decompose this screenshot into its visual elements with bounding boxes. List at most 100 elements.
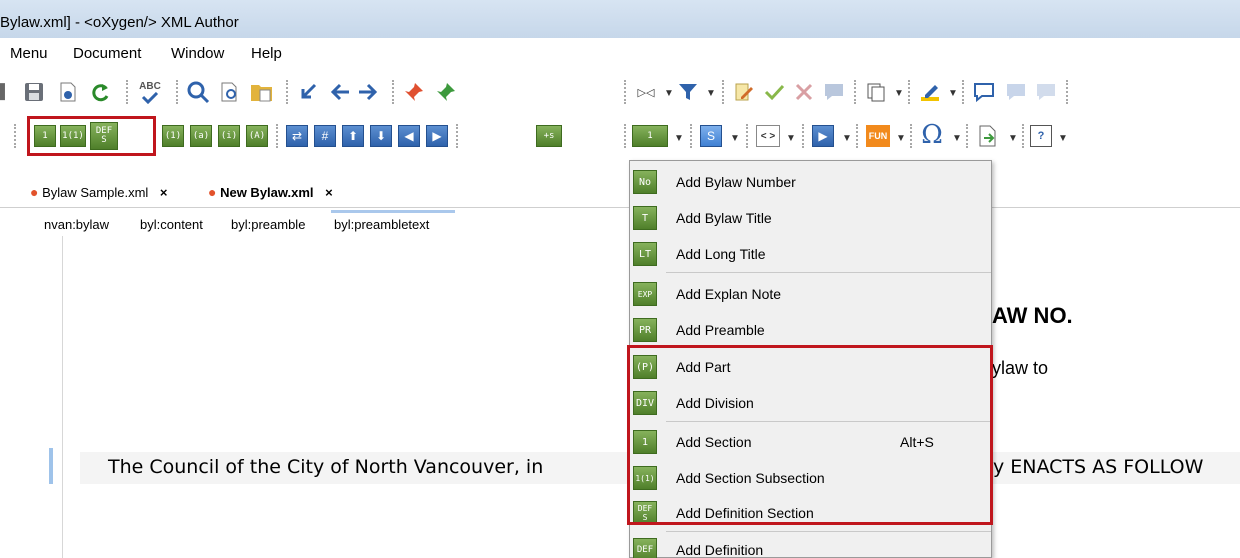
export-icon[interactable] [976,123,1000,149]
toolbar-separator [1022,124,1024,148]
dropdown-arrow-icon[interactable]: ▼ [894,88,904,99]
menu-item-add-definition[interactable]: DEF Add Definition [630,531,991,558]
editor-tabs: ● Bylaw Sample.xml × ● New Bylaw.xml × [0,176,1240,206]
dropdown-arrow-icon[interactable]: ▼ [952,133,962,144]
breadcrumb-item[interactable]: nvan:bylaw [44,217,109,232]
menu-item-add-bylaw-number[interactable]: No Add Bylaw Number [630,163,991,199]
menu-item-document[interactable]: Document [73,45,141,62]
pin-green-icon[interactable] [434,80,458,104]
number-button[interactable]: # [314,125,336,147]
window-title: Bylaw.xml] - <oXygen/> XML Author [0,14,239,31]
bylaw-title-icon: T [633,206,657,230]
toolbar-separator [966,124,968,148]
toolbar-separator [456,124,458,148]
long-title-text[interactable]: ylaw to [992,358,1048,379]
partial-icon[interactable]: ▌ [0,80,10,102]
find-in-files-icon[interactable] [218,80,242,104]
forward-arrow-icon[interactable] [356,80,380,104]
accept-change-icon[interactable] [762,80,786,104]
reject-change-icon[interactable] [792,80,816,104]
breadcrumb-active-indicator [331,210,455,213]
dropdown-arrow-icon[interactable]: ▼ [706,88,716,99]
add-comment-icon[interactable] [972,80,996,104]
toolbar-separator [722,80,724,104]
insert-structure-combo[interactable]: 1 [632,125,668,147]
insert-paragraph-button[interactable]: (1) [162,125,184,147]
editor-area[interactable] [0,234,1240,558]
dropdown-arrow-icon[interactable]: ▼ [1058,133,1068,144]
dropdown-arrow-icon[interactable]: ▼ [842,133,852,144]
menu-item-add-bylaw-title[interactable]: T Add Bylaw Title [630,199,991,235]
move-up-left-icon[interactable] [296,80,320,104]
breadcrumb-item-active[interactable]: byl:preambletext [334,217,429,232]
close-icon[interactable]: × [325,185,333,200]
toolbar-separator [286,80,288,104]
comment-icon[interactable] [822,80,846,104]
modified-dot-icon: ● [30,184,39,200]
insert-subclause-button[interactable]: (A) [246,125,268,147]
menu-item-label: Add Long Title [676,246,766,262]
menu-item-add-long-title[interactable]: LT Add Long Title [630,235,991,271]
move-up-icon[interactable]: ⬆ [342,125,364,147]
preamble-text-continued[interactable]: y ENACTS AS FOLLOW [993,456,1204,478]
breadcrumb-item[interactable]: byl:content [140,217,203,232]
pin-icon[interactable] [402,80,426,104]
menu-item-label: Add Preamble [676,322,765,338]
dropdown-arrow-icon[interactable]: ▼ [730,133,740,144]
new-document-icon[interactable] [56,80,80,104]
edit-icon[interactable] [732,80,756,104]
menu-item-add-preamble[interactable]: PR Add Preamble [630,311,991,347]
highlight-icon[interactable] [918,80,942,104]
tags-combo[interactable]: < > [756,125,780,147]
copy-icon[interactable] [864,80,888,104]
toolbar-separator [910,124,912,148]
tab-bylaw-sample[interactable]: ● Bylaw Sample.xml × [30,184,168,200]
menu-item-window[interactable]: Window [171,45,224,62]
menu-separator [666,272,991,273]
move-down-icon[interactable]: ⬇ [370,125,392,147]
save-icon[interactable] [22,80,46,104]
long-title-icon: LT [633,242,657,266]
breadcrumb-item[interactable]: byl:preamble [231,217,305,232]
toolbar-separator [962,80,964,104]
menu-item-label: Add Bylaw Number [676,174,796,190]
spellcheck-icon[interactable]: ABC [136,78,164,106]
style-combo[interactable]: S [700,125,722,147]
special-characters-combo[interactable]: Ω [918,120,946,150]
filter-icon[interactable] [676,80,700,104]
function-combo[interactable]: FUN [866,125,890,147]
insert-clause-button[interactable]: (i) [218,125,240,147]
demote-icon[interactable]: ▶ [426,125,448,147]
dropdown-arrow-icon[interactable]: ▼ [664,88,674,99]
renumber-icon[interactable]: ⇄ [286,125,308,147]
track-changes-icon[interactable]: ▷◁ [634,80,658,104]
refresh-icon[interactable] [88,80,112,104]
menu-item-add-explan-note[interactable]: EXP Add Explan Note [630,275,991,311]
promote-icon[interactable]: ◀ [398,125,420,147]
dropdown-arrow-icon[interactable]: ▼ [786,133,796,144]
dropdown-arrow-icon[interactable]: ▼ [896,133,906,144]
bylaw-number-icon: No [633,170,657,194]
tab-new-bylaw[interactable]: ● New Bylaw.xml × [208,184,333,200]
insert-subparagraph-button[interactable]: (a) [190,125,212,147]
toolbar-separator [690,124,692,148]
remove-comment-icon[interactable] [1034,80,1058,104]
run-icon[interactable]: ▶ [812,125,834,147]
dropdown-arrow-icon[interactable]: ▼ [1008,133,1018,144]
bylaw-number-heading[interactable]: AW NO. [992,303,1073,329]
back-arrow-icon[interactable] [328,80,352,104]
find-icon[interactable] [186,80,210,104]
dropdown-arrow-icon[interactable]: ▼ [674,133,684,144]
dropdown-arrow-icon[interactable]: ▼ [948,88,958,99]
add-s-button[interactable]: +s [536,125,562,147]
edit-comment-icon[interactable] [1004,80,1028,104]
toolbar-separator [854,80,856,104]
close-icon[interactable]: × [160,185,168,200]
help-combo[interactable]: ? [1030,125,1052,147]
change-marker [49,448,53,484]
menu-item-menu[interactable]: Menu [10,45,48,62]
menu-item-help[interactable]: Help [251,45,282,62]
breadcrumb: nvan:bylaw byl:content byl:preamble byl:… [0,208,1240,234]
toolbar-separator [392,80,394,104]
folder-icon[interactable] [250,80,274,104]
